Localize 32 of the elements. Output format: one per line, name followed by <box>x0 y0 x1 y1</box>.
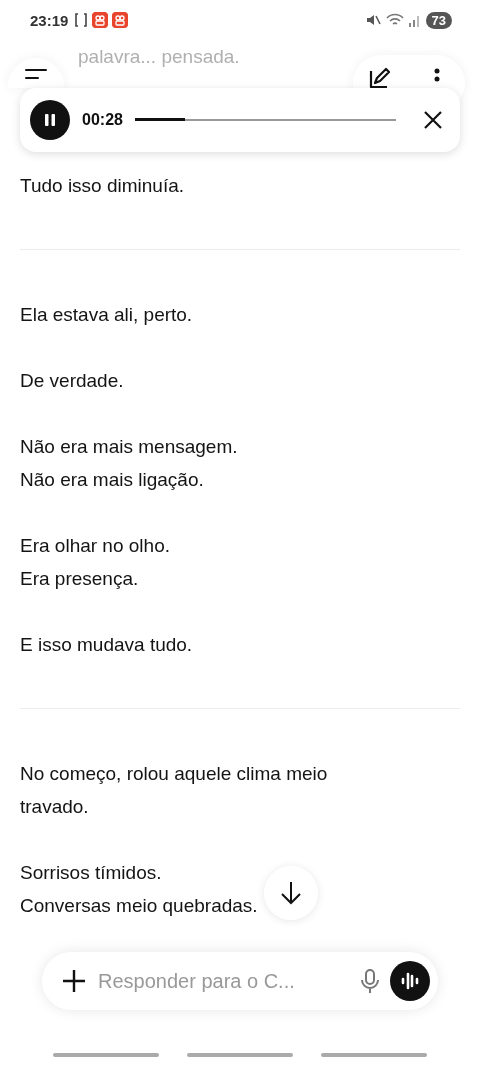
scroll-down-button[interactable] <box>264 866 318 920</box>
pause-icon <box>42 112 58 128</box>
message-text: palavra... pensada. <box>78 45 240 69</box>
message-text: Era olhar no olho. <box>20 534 170 558</box>
sound-wave-icon <box>400 971 420 991</box>
wifi-icon <box>385 12 404 28</box>
arrow-down-icon <box>279 880 303 906</box>
clock: 23:19 <box>30 11 69 29</box>
app-icon <box>112 12 129 28</box>
screen-capture-icon <box>74 12 89 28</box>
message-text: No começo, rolou aquele clima meio <box>20 762 328 786</box>
add-icon[interactable] <box>62 969 86 993</box>
mute-icon <box>364 12 381 28</box>
message-text: De verdade. <box>20 369 124 393</box>
message-text: Não era mais mensagem. <box>20 435 238 459</box>
message-text: Era presença. <box>20 567 139 591</box>
message-text: Sorrisos tímidos. <box>20 861 162 885</box>
message-text: E isso mudava tudo. <box>20 633 193 657</box>
message-text: Ela estava ali, perto. <box>20 303 193 327</box>
battery-level: 73 <box>425 11 452 29</box>
voice-mode-button[interactable] <box>390 961 430 1001</box>
message-text: travado. <box>20 795 89 819</box>
elapsed-time: 00:28 <box>82 111 123 129</box>
message-text: Tudo isso diminuía. <box>20 174 185 198</box>
app-icon <box>92 12 109 28</box>
pause-button[interactable] <box>30 100 70 140</box>
message-text: Conversas meio quebradas. <box>20 894 258 918</box>
menu-icon <box>24 66 48 80</box>
message-text: Não era mais ligação. <box>20 468 204 492</box>
microphone-icon[interactable] <box>360 968 380 994</box>
reply-field[interactable]: Responder para o C... <box>96 968 350 994</box>
signal-icon <box>408 13 421 27</box>
